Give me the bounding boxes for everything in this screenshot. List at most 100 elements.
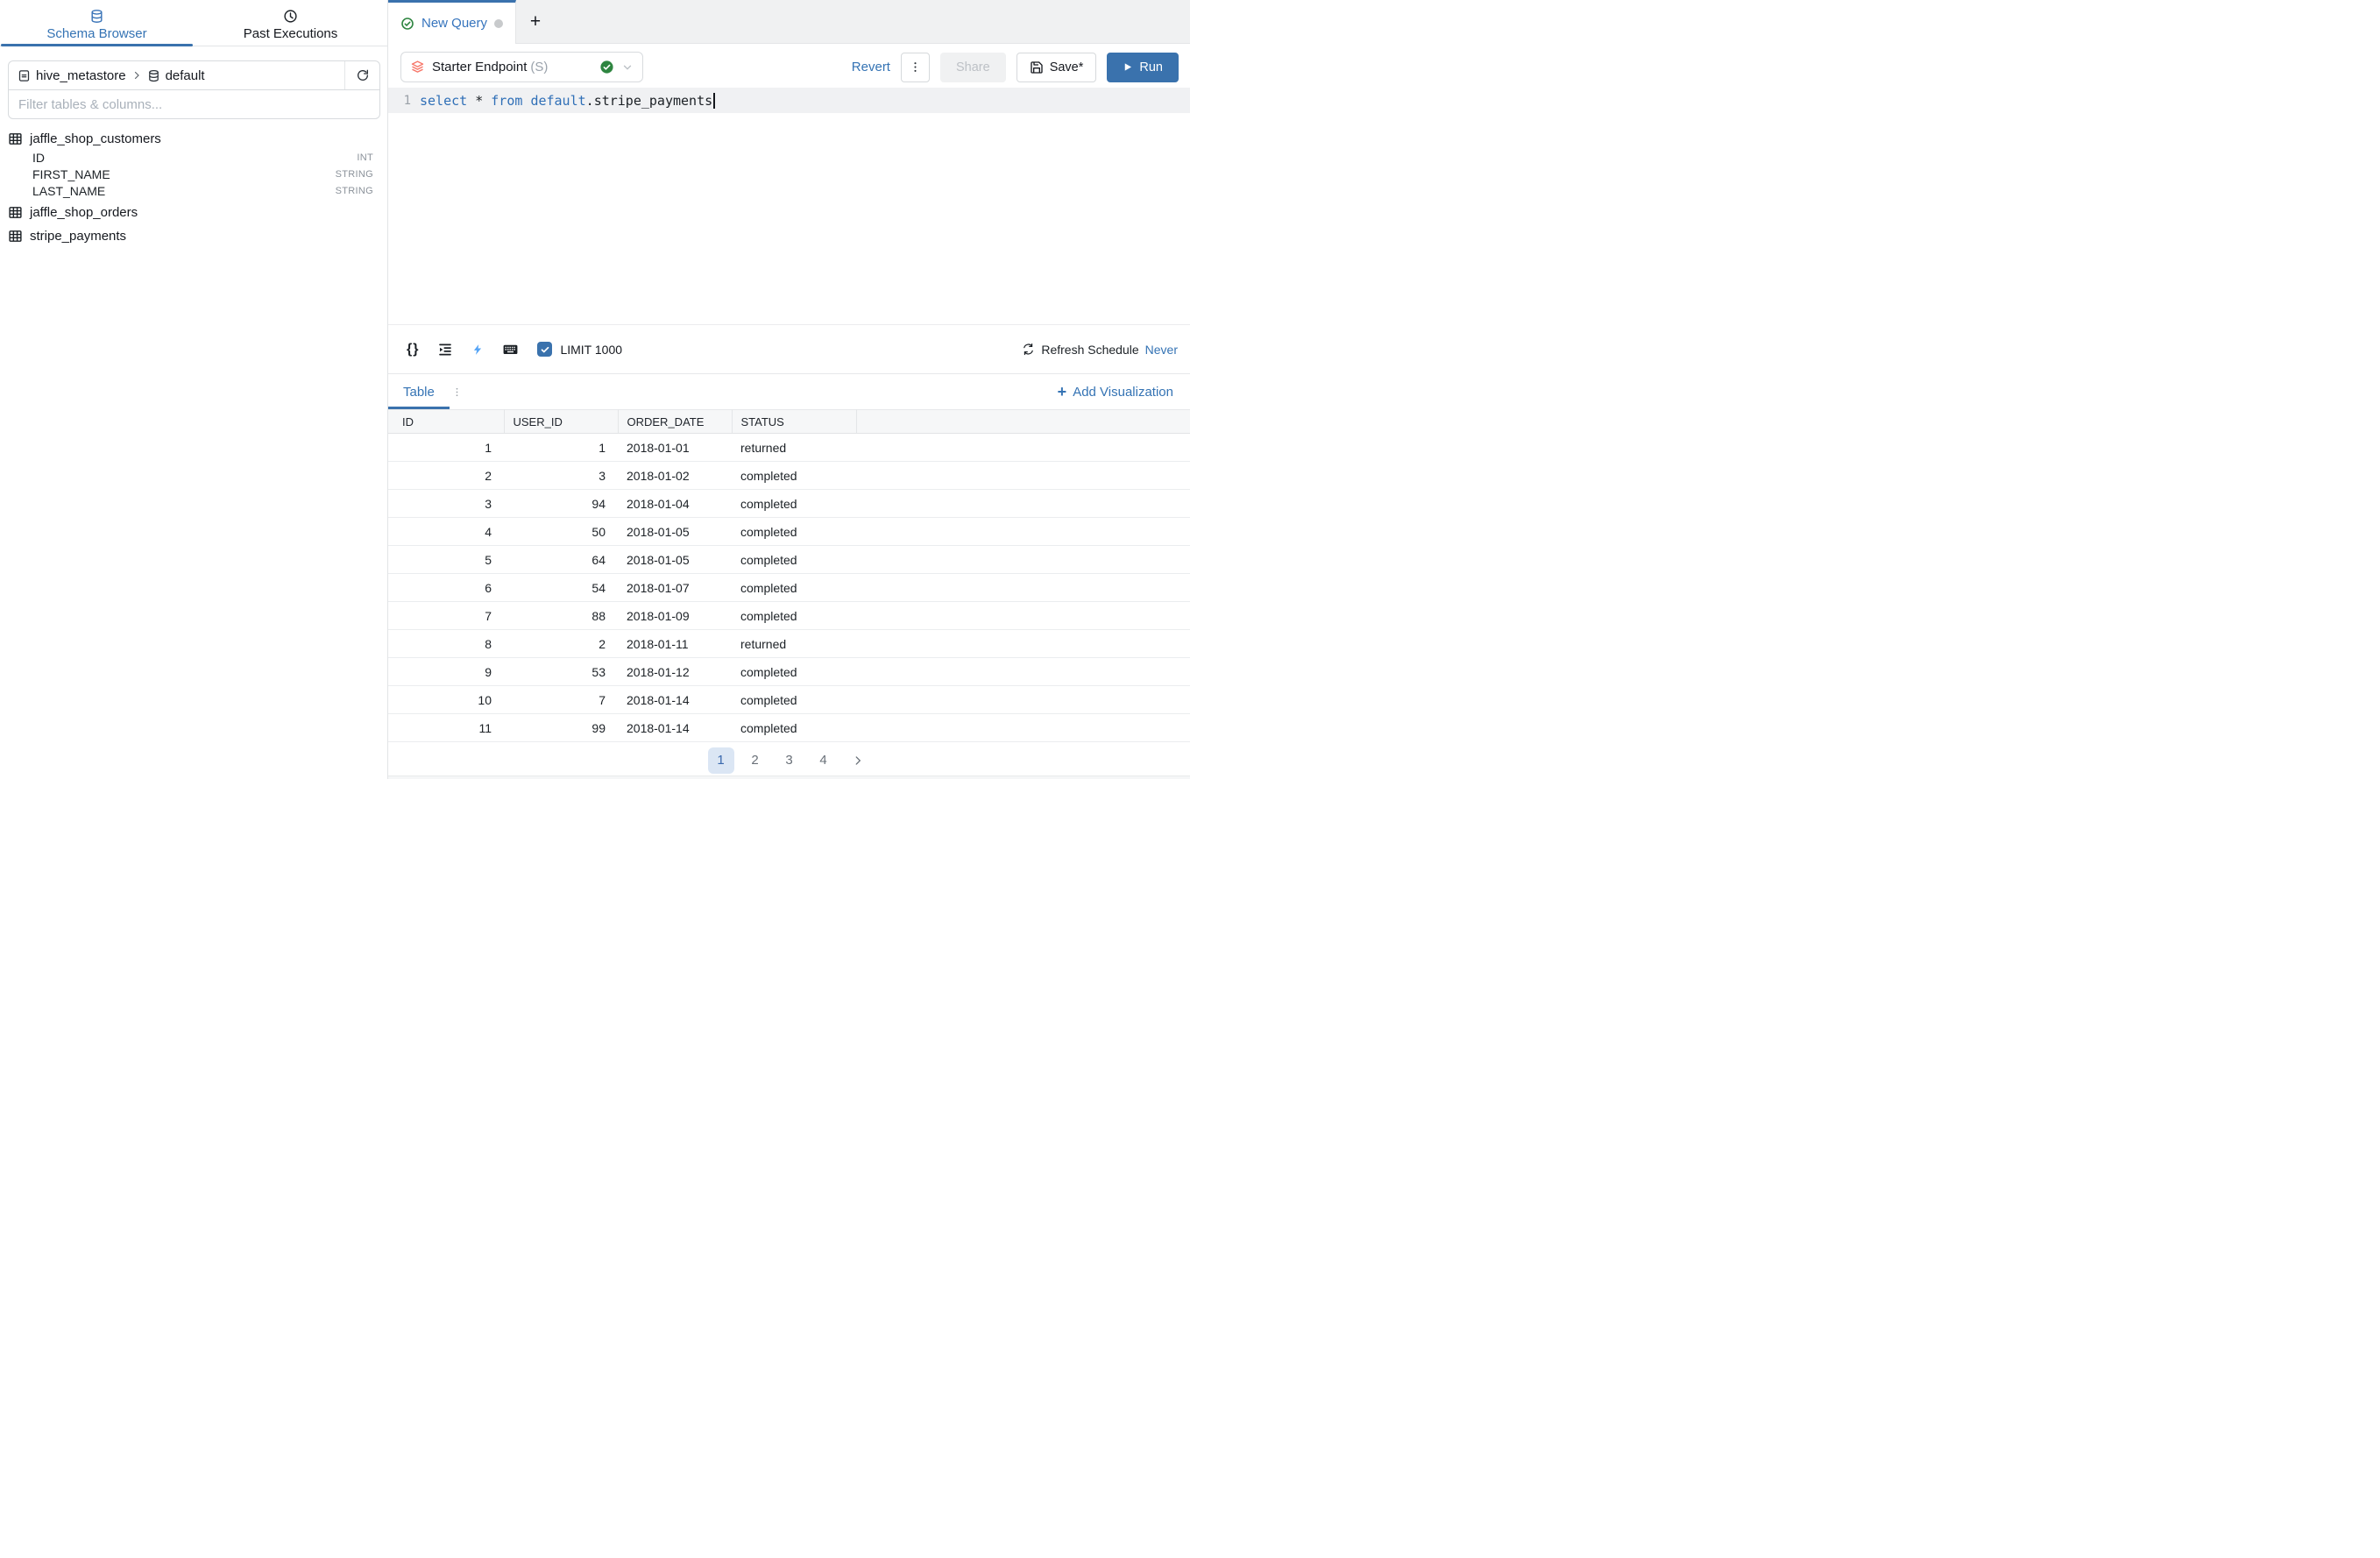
cell: returned (732, 630, 856, 658)
tab-new-query[interactable]: New Query (388, 0, 516, 44)
cell: 64 (504, 546, 618, 574)
cell: completed (732, 462, 856, 490)
schema-column-first-name[interactable]: FIRST_NAME STRING (8, 166, 380, 182)
sql-editor[interactable]: 1 select * from default.stripe_payments (388, 88, 1190, 113)
results-kebab-icon[interactable] (451, 386, 463, 398)
column-name: ID (32, 151, 45, 165)
cell: 5 (388, 546, 504, 574)
column-name: FIRST_NAME (32, 167, 110, 181)
page-button-4[interactable]: 4 (811, 747, 837, 774)
filter-input[interactable] (8, 89, 380, 119)
cell: 1 (388, 434, 504, 462)
format-braces-icon[interactable]: {} (407, 342, 419, 358)
column-header-id[interactable]: ID (388, 410, 504, 434)
table-name: jaffle_shop_customers (30, 131, 161, 146)
editor-top-row: Starter Endpoint (S) Revert (400, 52, 1179, 82)
refresh-schema-button[interactable] (344, 61, 379, 89)
cell: 9 (388, 658, 504, 686)
schema-table-stripe-payments[interactable]: stripe_payments (8, 225, 380, 246)
sidebar: Schema Browser Past Executions (0, 0, 388, 779)
run-button[interactable]: Run (1107, 53, 1179, 82)
cell: 2018-01-02 (618, 462, 732, 490)
cell: 2018-01-14 (618, 686, 732, 714)
table-grid-icon (8, 131, 23, 146)
more-options-button[interactable] (901, 53, 930, 82)
breadcrumb-path[interactable]: hive_metastore default (9, 68, 344, 83)
cell: 8 (388, 630, 504, 658)
cell: 2018-01-05 (618, 518, 732, 546)
database-icon (89, 9, 104, 24)
cell: 3 (388, 490, 504, 518)
line-number: 1 (388, 94, 420, 108)
sql-token: * (467, 93, 491, 109)
lightning-icon[interactable] (471, 342, 484, 358)
column-header-filler (856, 410, 1190, 434)
table-row: 822018-01-11returned (388, 630, 1190, 658)
page-button-1[interactable]: 1 (708, 747, 734, 774)
schema-column-last-name[interactable]: LAST_NAME STRING (8, 182, 380, 199)
refresh-schedule: Refresh Schedule Never (1022, 343, 1178, 357)
cell: completed (732, 490, 856, 518)
keyboard-icon[interactable] (502, 341, 519, 358)
table-grid-icon (8, 205, 23, 220)
sql-token (522, 93, 530, 109)
indent-icon[interactable] (437, 342, 453, 358)
save-button-label: Save* (1050, 60, 1084, 74)
cell: 3 (504, 462, 618, 490)
schema-browser-controls: hive_metastore default (8, 60, 380, 119)
schema-list: jaffle_shop_customers ID INT FIRST_NAME … (0, 128, 387, 246)
schema-icon (147, 69, 160, 82)
cell: completed (732, 658, 856, 686)
catalog-icon (18, 69, 31, 82)
tab-past-executions[interactable]: Past Executions (194, 0, 387, 46)
column-header-user-id[interactable]: USER_ID (504, 410, 618, 434)
breadcrumb-schema[interactable]: default (166, 68, 205, 83)
tab-schema-browser[interactable]: Schema Browser (0, 0, 194, 46)
breadcrumb-catalog[interactable]: hive_metastore (36, 68, 126, 83)
cell: completed (732, 546, 856, 574)
cell: 6 (388, 574, 504, 602)
cell: 2018-01-14 (618, 714, 732, 742)
add-visualization-button[interactable]: + Add Visualization (1058, 384, 1173, 400)
query-tab-bar: New Query + (388, 0, 1190, 44)
editor-toolbar: {} (388, 324, 1190, 374)
refresh-schedule-label: Refresh Schedule (1041, 343, 1138, 357)
add-visualization-label: Add Visualization (1073, 385, 1173, 400)
column-header-status[interactable]: STATUS (732, 410, 856, 434)
history-icon (283, 9, 298, 24)
cell: 10 (388, 686, 504, 714)
revert-link[interactable]: Revert (852, 60, 890, 74)
cell: 2018-01-11 (618, 630, 732, 658)
tab-past-executions-label: Past Executions (244, 26, 338, 41)
cell: 7 (504, 686, 618, 714)
cell: 2018-01-07 (618, 574, 732, 602)
run-button-label: Run (1139, 60, 1163, 74)
cell: 2018-01-09 (618, 602, 732, 630)
table-row: 3942018-01-04completed (388, 490, 1190, 518)
schema-table-jaffle-shop-customers[interactable]: jaffle_shop_customers (8, 128, 380, 149)
save-button[interactable]: Save* (1016, 53, 1097, 82)
next-page-button[interactable] (845, 747, 871, 774)
chevron-right-icon (131, 70, 142, 81)
share-button[interactable]: Share (940, 53, 1006, 82)
cell: 88 (504, 602, 618, 630)
new-tab-button[interactable]: + (516, 0, 555, 43)
cell: completed (732, 574, 856, 602)
page-button-2[interactable]: 2 (742, 747, 769, 774)
limit-checkbox[interactable] (537, 342, 552, 357)
check-circle-icon (400, 17, 414, 31)
endpoint-selector[interactable]: Starter Endpoint (S) (400, 52, 643, 82)
schema-column-id[interactable]: ID INT (8, 149, 380, 166)
query-actions: Revert Share S (852, 53, 1179, 82)
cell: completed (732, 602, 856, 630)
cell: 2018-01-01 (618, 434, 732, 462)
cell: 2018-01-05 (618, 546, 732, 574)
column-type: STRING (336, 169, 380, 180)
tab-table-results[interactable]: Table (388, 374, 450, 409)
column-header-order-date[interactable]: ORDER_DATE (618, 410, 732, 434)
schema-table-jaffle-shop-orders[interactable]: jaffle_shop_orders (8, 202, 380, 223)
sql-editor-active-line[interactable]: 1 select * from default.stripe_payments (388, 88, 1190, 113)
refresh-schedule-value[interactable]: Never (1145, 343, 1178, 357)
sql-token: . (586, 93, 594, 109)
page-button-3[interactable]: 3 (776, 747, 803, 774)
